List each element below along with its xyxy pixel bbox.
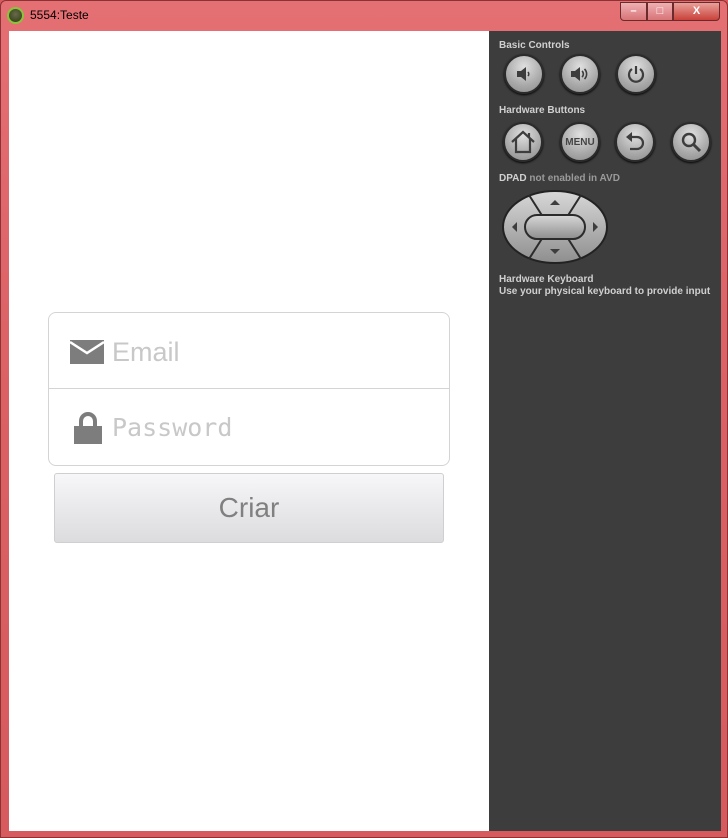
android-app-icon <box>7 7 24 24</box>
hardware-buttons-label: Hardware Buttons <box>499 105 586 116</box>
volume-up-icon <box>571 67 588 81</box>
dpad[interactable] <box>501 189 609 265</box>
menu-button[interactable]: MENU <box>560 122 600 162</box>
hardware-keyboard-label: Hardware Keyboard <box>499 274 594 285</box>
back-button[interactable] <box>615 122 655 162</box>
volume-up-button[interactable] <box>560 54 600 94</box>
home-button[interactable] <box>503 122 543 162</box>
password-placeholder: Password <box>112 413 233 442</box>
home-icon <box>511 130 535 154</box>
title-bar[interactable]: 5554:Teste – □ X <box>1 1 728 31</box>
hardware-keyboard-note: Use your physical keyboard to provide in… <box>499 286 711 297</box>
power-icon <box>627 66 645 83</box>
basic-controls-label: Basic Controls <box>499 40 570 51</box>
search-icon <box>681 132 702 153</box>
menu-label: MENU <box>565 136 595 148</box>
dpad-title: DPAD <box>499 173 527 184</box>
power-button[interactable] <box>616 54 656 94</box>
envelope-icon <box>70 340 104 364</box>
window-client: Email Password Criar Basic Controls Hard… <box>9 31 721 831</box>
minimize-button[interactable]: – <box>620 2 647 21</box>
close-button[interactable]: X <box>673 2 720 21</box>
maximize-button[interactable]: □ <box>647 2 673 21</box>
email-field[interactable]: Email <box>49 313 449 389</box>
dpad-center[interactable] <box>524 214 586 240</box>
volume-down-icon <box>517 67 530 81</box>
emulator-controls-panel: Basic Controls Hardware Buttons MENU DPA… <box>489 31 721 831</box>
lock-icon <box>74 412 102 444</box>
back-icon <box>626 132 645 151</box>
emulator-window: 5554:Teste – □ X Email Password Criar Ba… <box>0 0 728 838</box>
login-form: Email Password <box>48 312 450 466</box>
criar-button[interactable]: Criar <box>54 473 444 543</box>
device-screen: Email Password Criar <box>9 31 489 831</box>
email-placeholder: Email <box>112 337 180 367</box>
volume-down-button[interactable] <box>504 54 544 94</box>
search-button[interactable] <box>671 122 711 162</box>
window-title: 5554:Teste <box>30 8 89 22</box>
dpad-label: DPAD not enabled in AVD <box>499 173 620 185</box>
password-field[interactable]: Password <box>49 389 449 465</box>
dpad-note: not enabled in AVD <box>529 173 620 184</box>
